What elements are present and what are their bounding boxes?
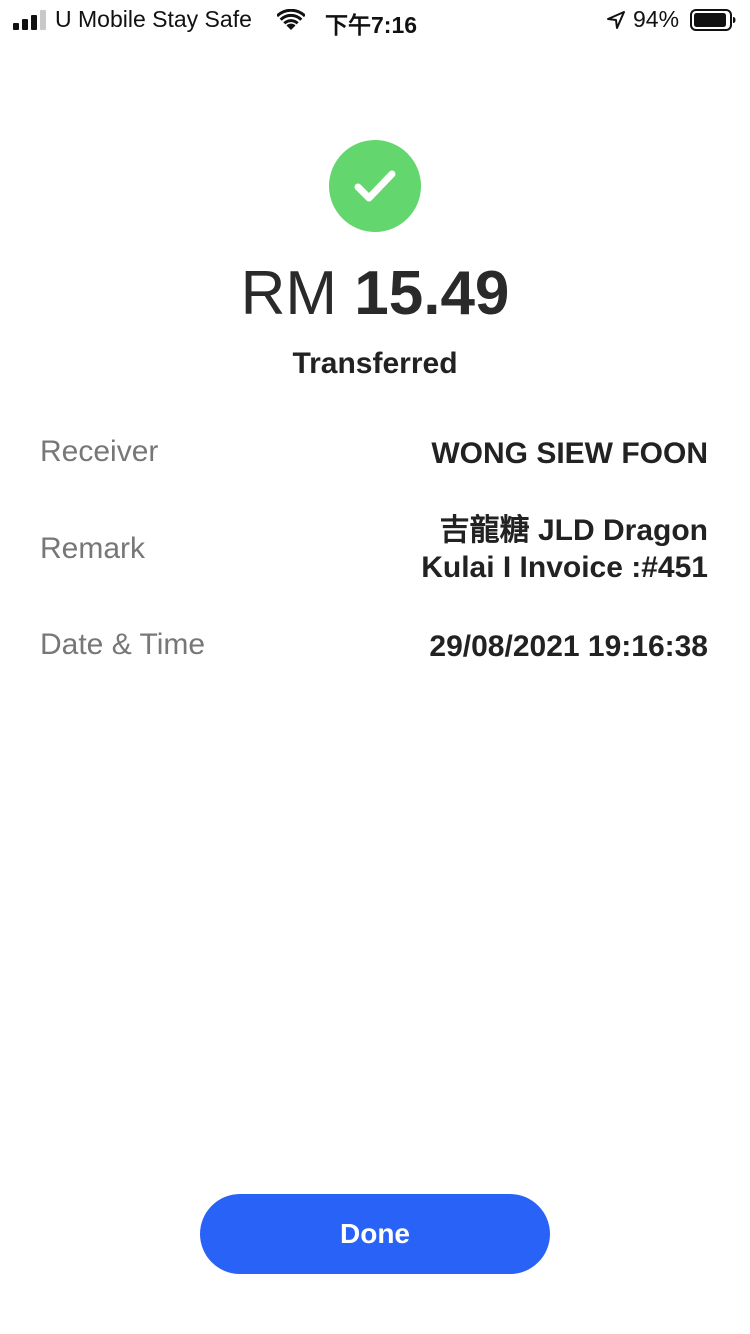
transfer-amount: RM 15.49 xyxy=(0,258,750,329)
battery-icon xyxy=(690,9,736,31)
remark-line-2: Kulai I Invoice :#451 xyxy=(421,551,708,584)
carrier-name: U Mobile Stay Safe xyxy=(55,6,252,32)
checkmark-icon xyxy=(354,170,396,202)
battery-percent: 94% xyxy=(633,6,680,32)
status-bar: U Mobile Stay Safe 下午7:16 94% xyxy=(0,0,750,40)
remark-label: Remark xyxy=(40,532,146,565)
currency-code: RM xyxy=(240,259,338,328)
remark-line-1: 吉龍糖 JLD Dragon xyxy=(439,514,708,547)
wifi-icon xyxy=(277,9,305,30)
cellular-signal-icon xyxy=(13,10,47,30)
datetime-label: Date & Time xyxy=(40,628,206,661)
remark-value: 吉龍糖 JLD Dragon Kulai I Invoice :#451 xyxy=(421,512,708,586)
location-arrow-icon xyxy=(607,11,625,29)
datetime-value: 29/08/2021 19:16:38 xyxy=(429,630,708,663)
amount-value: 15.49 xyxy=(354,259,510,328)
receiver-value: WONG SIEW FOON xyxy=(431,437,708,470)
receiver-label: Receiver xyxy=(40,435,159,468)
status-time: 下午7:16 xyxy=(325,12,418,38)
transfer-status: Transferred xyxy=(292,347,458,380)
done-button[interactable]: Done xyxy=(200,1194,550,1274)
success-checkmark-icon xyxy=(329,140,421,232)
